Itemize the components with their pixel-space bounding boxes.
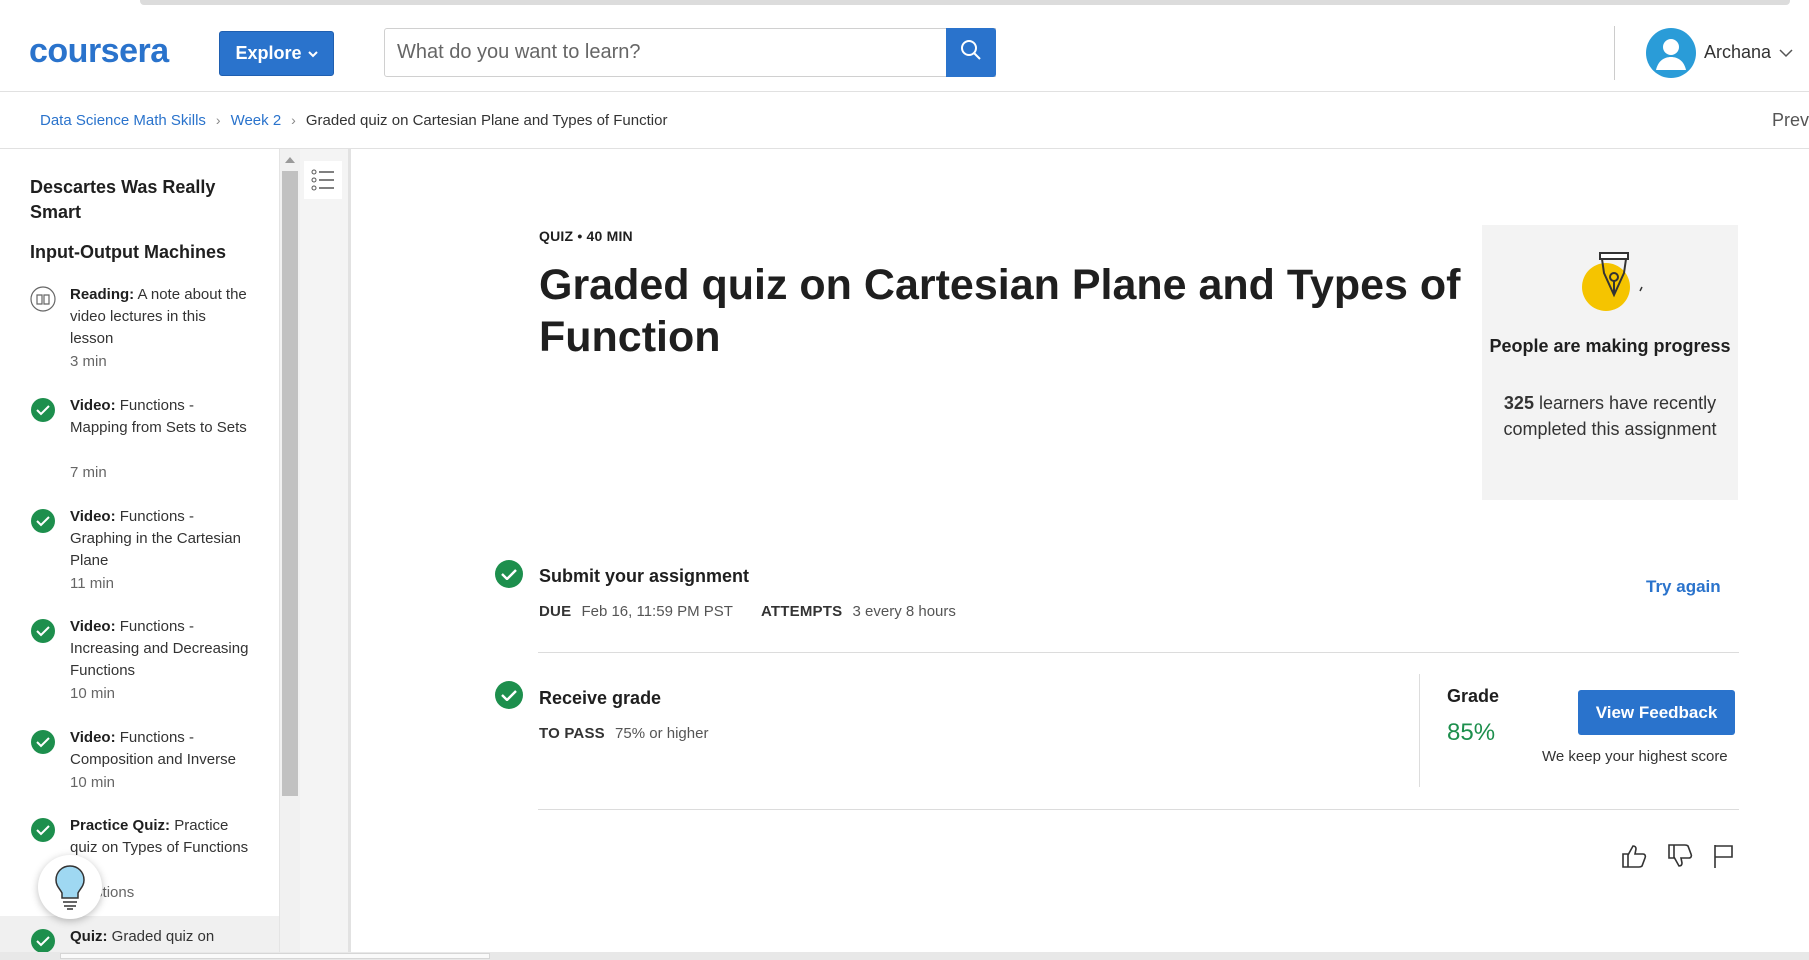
sidebar-item-text: Quiz: Graded quiz on	[70, 926, 250, 948]
header-divider	[1614, 26, 1615, 80]
pen-nib-icon	[1582, 251, 1643, 315]
grade-divider	[1419, 674, 1420, 787]
prev-link[interactable]: Prev	[1772, 110, 1809, 131]
chevron-right-icon: ›	[291, 112, 296, 128]
item-type: Video:	[70, 397, 116, 414]
sidebar-item-text: Practice Quiz: Practice quiz on Types of…	[70, 815, 250, 859]
sidebar-item-text: Video: Functions - Increasing and Decrea…	[70, 616, 250, 682]
sidebar-scrollbar[interactable]	[279, 149, 301, 960]
toc-rail	[300, 149, 351, 960]
learner-count: 325	[1503, 393, 1534, 413]
item-duration: 10 min	[70, 685, 116, 702]
search-field[interactable]	[384, 28, 996, 77]
progress-body: learners have recently completed this as…	[1503, 393, 1717, 439]
item-duration: 11 min	[70, 575, 114, 592]
explore-button[interactable]: Explore	[219, 31, 334, 76]
sidebar-item-text: Video: Functions - Graphing in the Carte…	[70, 506, 250, 572]
scroll-up-arrow[interactable]	[285, 157, 295, 163]
item-type: Video:	[70, 508, 116, 525]
sidebar-item-text: Video: Functions - Mapping from Sets to …	[70, 395, 250, 439]
progress-text: 325 learners have recently completed thi…	[1500, 390, 1720, 442]
user-menu[interactable]: Archana	[1704, 42, 1793, 63]
try-again-link[interactable]: Try again	[1646, 577, 1721, 597]
user-name: Archana	[1704, 42, 1772, 62]
item-type: Video:	[70, 618, 116, 635]
view-feedback-button[interactable]: View Feedback	[1578, 690, 1735, 735]
lightbulb-hint-button[interactable]	[38, 855, 102, 919]
check-circle-icon	[30, 928, 56, 954]
list-icon	[311, 169, 334, 191]
submit-check-icon	[495, 560, 523, 588]
check-circle-icon	[30, 397, 56, 423]
item-title: Graded quiz on	[111, 928, 215, 945]
breadcrumb-course[interactable]: Data Science Math Skills	[40, 112, 206, 129]
breadcrumb-current: Graded quiz on Cartesian Plane and Types…	[305, 111, 668, 129]
item-type: Quiz:	[70, 928, 108, 945]
item-type: Practice Quiz:	[70, 817, 171, 834]
attempts-value: 3 every 8 hours	[852, 603, 956, 620]
course-sidebar: Descartes Was Really Smart Input-Output …	[0, 149, 279, 960]
scrollbar-thumb[interactable]	[282, 171, 298, 796]
horizontal-scrollbar[interactable]	[0, 952, 1809, 960]
chevron-down-icon	[1779, 42, 1793, 63]
check-circle-icon	[30, 817, 56, 843]
to-pass-label: TO PASS	[539, 725, 605, 742]
pass-meta: TO PASS 75% or higher	[539, 725, 708, 742]
lightbulb-icon	[55, 865, 85, 910]
horizontal-scrollbar-thumb[interactable]	[60, 953, 490, 959]
grade-value: 85%	[1447, 719, 1496, 746]
section-title: Descartes Was Really Smart	[30, 177, 216, 222]
sidebar-item-text: Video: Functions - Composition and Inver…	[70, 727, 250, 771]
divider	[538, 652, 1739, 653]
receive-grade-title: Receive grade	[539, 688, 662, 708]
divider	[538, 809, 1739, 810]
progress-title: People are making progress	[1489, 336, 1731, 356]
check-circle-icon	[30, 618, 56, 644]
highest-score-note: We keep your highest score	[1542, 748, 1728, 765]
flag-icon[interactable]	[1710, 842, 1738, 870]
user-icon	[1656, 39, 1686, 70]
search-input[interactable]	[385, 29, 995, 76]
search-button[interactable]	[946, 28, 996, 77]
sidebar-item-text: Reading: A note about the video lectures…	[70, 284, 250, 350]
site-header: coursera Explore Archana	[0, 12, 1809, 92]
submit-meta: DUE Feb 16, 11:59 PM PST ATTEMPTS 3 ever…	[539, 603, 956, 620]
coursera-logo[interactable]: coursera	[29, 32, 169, 71]
breadcrumb-week[interactable]: Week 2	[231, 112, 282, 129]
item-type: Reading:	[70, 286, 135, 303]
due-value: Feb 16, 11:59 PM PST	[581, 603, 733, 620]
progress-card: People are making progress 325 learners …	[1482, 225, 1738, 500]
chevron-down-icon	[307, 47, 318, 61]
item-duration: 7 min	[70, 464, 107, 481]
to-pass-value: 75% or higher	[615, 725, 709, 742]
item-type: Video:	[70, 729, 116, 746]
grade-label: Grade	[1447, 686, 1500, 706]
item-duration: 10 min	[70, 774, 116, 791]
attempts-label: ATTEMPTS	[761, 603, 843, 620]
grade-check-icon	[495, 681, 523, 709]
top-strip-bar	[140, 0, 1790, 5]
explore-label: Explore	[235, 43, 302, 63]
avatar[interactable]	[1646, 28, 1696, 78]
check-circle-icon	[30, 729, 56, 755]
check-circle-icon	[30, 508, 56, 534]
due-label: DUE	[539, 603, 572, 620]
book-icon	[30, 286, 56, 312]
chevron-right-icon: ›	[215, 112, 221, 128]
breadcrumb: Data Science Math Skills › Week 2 › Grad…	[0, 92, 1809, 149]
lesson-title: Input-Output Machines	[30, 242, 226, 262]
item-kicker: QUIZ • 40 MIN	[539, 228, 633, 244]
search-icon	[960, 39, 982, 66]
toc-toggle-button[interactable]	[304, 161, 342, 199]
thumbs-down-icon[interactable]	[1666, 842, 1694, 870]
submit-title: Submit your assignment	[539, 566, 750, 586]
page-title: Graded quiz on Cartesian Plane and Types…	[539, 261, 1461, 361]
item-duration: 3 min	[70, 353, 107, 370]
thumbs-up-icon[interactable]	[1620, 842, 1648, 870]
